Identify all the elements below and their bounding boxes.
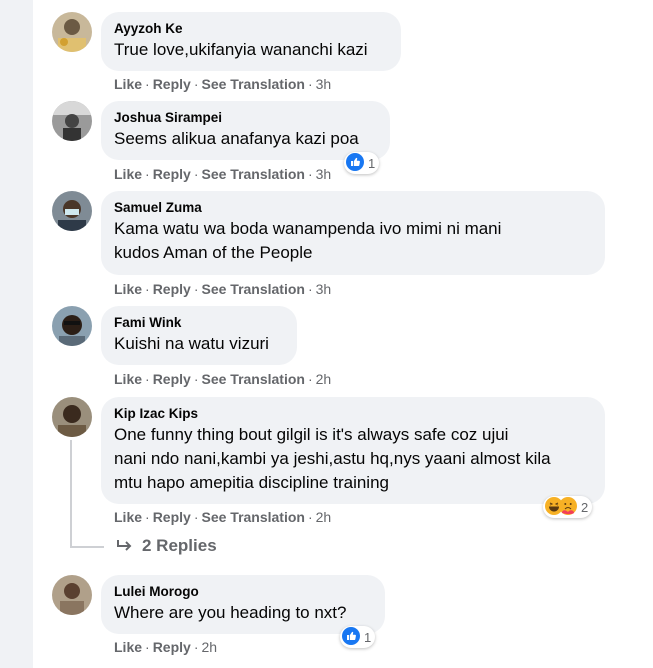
avatar[interactable] — [52, 12, 92, 52]
see-translation-button[interactable]: See Translation — [201, 281, 304, 297]
comment-text-line: mtu hapo amepitia discipline training — [114, 473, 389, 492]
commenter-name[interactable]: Ayyzoh Ke — [114, 20, 388, 37]
commenter-name[interactable]: Joshua Sirampei — [114, 109, 377, 126]
comment-actions: Like · Reply · See Translation · 3h — [114, 76, 332, 92]
thread-connector — [70, 546, 104, 548]
reply-button[interactable]: Reply — [153, 639, 191, 655]
comment-actions: Like · Reply · See Translation · 3h — [114, 281, 332, 297]
like-button[interactable]: Like — [114, 76, 142, 92]
comment-time[interactable]: 2h — [201, 639, 217, 655]
comment-bubble: Samuel Zuma Kama watu wa boda wanampenda… — [101, 191, 605, 275]
reaction-count: 1 — [364, 629, 372, 645]
comment-time[interactable]: 2h — [316, 371, 332, 387]
comment-bubble: Fami Wink Kuishi na watu vizuri — [101, 306, 297, 365]
comment-text: Where are you heading to nxt? — [114, 603, 347, 622]
reaction-count: 2 — [581, 499, 589, 515]
reaction-summary[interactable]: 1 — [344, 152, 380, 174]
avatar[interactable] — [52, 397, 92, 437]
left-panel-background — [0, 0, 33, 668]
comment-text-line: kudos Aman of the People — [114, 243, 313, 262]
comment-bubble: Ayyzoh Ke True love,ukifanyia wananchi k… — [101, 12, 401, 71]
reply-button[interactable]: Reply — [153, 371, 191, 387]
comment-actions: Like · Reply · See Translation · 2h — [114, 371, 332, 387]
commenter-name[interactable]: Samuel Zuma — [114, 199, 592, 216]
like-button[interactable]: Like — [114, 281, 142, 297]
avatar[interactable] — [52, 191, 92, 231]
thread-line — [70, 440, 72, 548]
like-icon — [342, 626, 360, 648]
see-translation-button[interactable]: See Translation — [201, 76, 304, 92]
reply-arrow-icon — [116, 539, 134, 553]
comment-text: True love,ukifanyia wananchi kazi — [114, 40, 368, 59]
see-translation-button[interactable]: See Translation — [201, 509, 304, 525]
like-icon — [346, 152, 364, 174]
reaction-summary[interactable]: 2 — [543, 496, 593, 518]
comment-bubble: Lulei Morogo Where are you heading to nx… — [101, 575, 385, 634]
comment-text-line: Kama watu wa boda wanampenda ivo mimi ni… — [114, 219, 502, 238]
reply-button[interactable]: Reply — [153, 166, 191, 182]
comment-text-line: nani ndo nani,kambi ya jeshi,astu hq,nys… — [114, 449, 551, 468]
comment-time[interactable]: 3h — [316, 281, 332, 297]
like-button[interactable]: Like — [114, 166, 142, 182]
comment-bubble: Kip Izac Kips One funny thing bout gilgi… — [101, 397, 605, 504]
commenter-name[interactable]: Fami Wink — [114, 314, 284, 331]
like-button[interactable]: Like — [114, 509, 142, 525]
reply-button[interactable]: Reply — [153, 281, 191, 297]
comment-time[interactable]: 2h — [316, 509, 332, 525]
reply-button[interactable]: Reply — [153, 76, 191, 92]
view-replies-button[interactable]: 2 Replies — [116, 536, 217, 556]
replies-label: 2 Replies — [142, 536, 217, 555]
comment-text: Seems alikua anafanya kazi poa — [114, 129, 359, 148]
commenter-name[interactable]: Kip Izac Kips — [114, 405, 592, 422]
see-translation-button[interactable]: See Translation — [201, 371, 304, 387]
like-button[interactable]: Like — [114, 639, 142, 655]
comment-time[interactable]: 3h — [316, 166, 332, 182]
comment-text-line: One funny thing bout gilgil is it's alwa… — [114, 425, 509, 444]
commenter-name[interactable]: Lulei Morogo — [114, 583, 372, 600]
comment-text: Kuishi na watu vizuri — [114, 334, 269, 353]
comment-bubble: Joshua Sirampei Seems alikua anafanya ka… — [101, 101, 390, 160]
care-icon — [559, 496, 577, 518]
reaction-summary[interactable]: 1 — [340, 626, 376, 648]
like-button[interactable]: Like — [114, 371, 142, 387]
comment-actions: Like · Reply · See Translation · 3h — [114, 166, 332, 182]
comment-actions: Like · Reply · See Translation · 2h — [114, 509, 332, 525]
comment-actions: Like · Reply · 2h — [114, 639, 218, 655]
reply-button[interactable]: Reply — [153, 509, 191, 525]
comment-time[interactable]: 3h — [316, 76, 332, 92]
see-translation-button[interactable]: See Translation — [201, 166, 304, 182]
avatar[interactable] — [52, 101, 92, 141]
reaction-count: 1 — [368, 155, 376, 171]
avatar[interactable] — [52, 306, 92, 346]
avatar[interactable] — [52, 575, 92, 615]
